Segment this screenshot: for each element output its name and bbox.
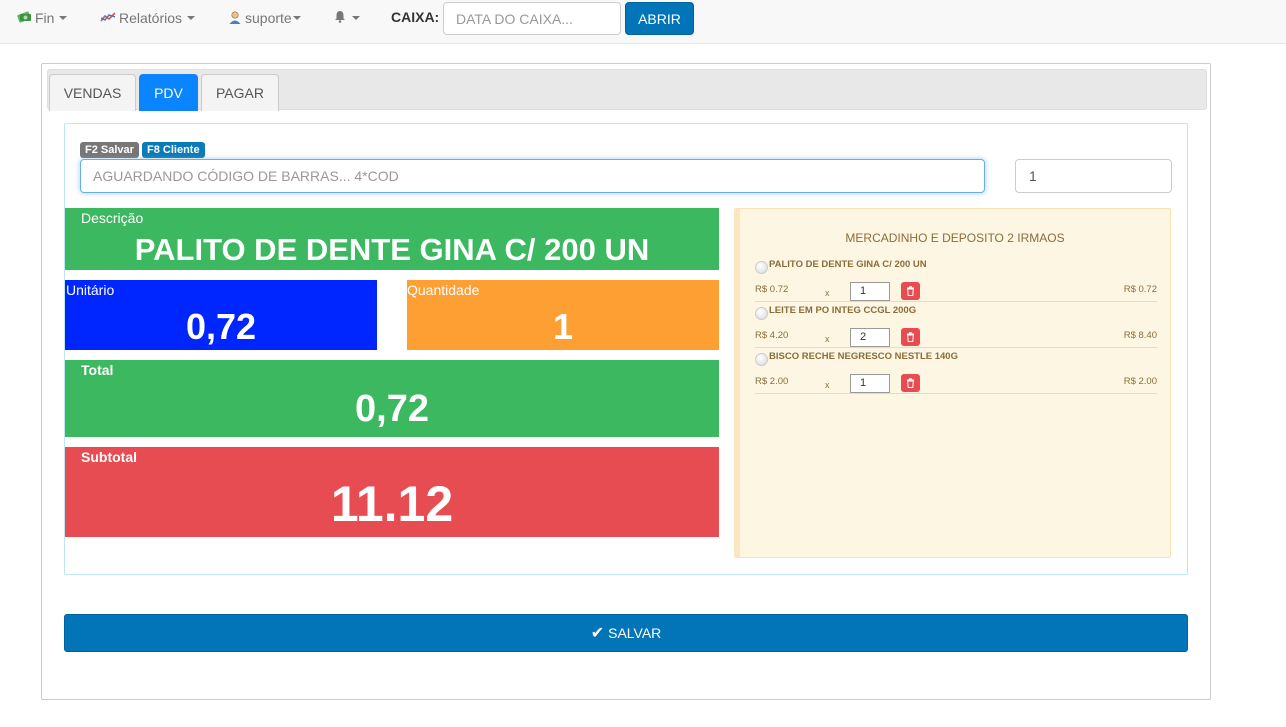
quantity-input[interactable] <box>1015 159 1172 193</box>
item-qty-input[interactable]: 1 <box>850 282 890 301</box>
unit-price-label: Unitário <box>66 282 115 298</box>
item-unit-price: R$ 0.72 <box>755 284 789 295</box>
trash-icon <box>907 378 914 388</box>
top-navbar: Fin Relatórios suporte CAIXA: ABRIR <box>0 0 1286 44</box>
notifications-menu[interactable] <box>334 0 360 36</box>
trash-icon <box>907 332 914 342</box>
caixa-date-input[interactable] <box>443 2 621 35</box>
chart-line-icon <box>100 11 116 26</box>
item-multiply-sign: x <box>825 288 830 298</box>
total-label: Total <box>81 362 114 378</box>
nav-fin-menu[interactable]: Fin <box>17 0 68 36</box>
receipt-item: PALITO DE DENTE GINA C/ 200 UN R$ 0.72 x… <box>755 256 1157 302</box>
barcode-input[interactable] <box>80 159 985 193</box>
nav-relatorios-label: Relatórios <box>119 10 183 26</box>
check-icon: ✔ <box>590 625 605 642</box>
subtotal-box: Subtotal 11.12 <box>65 447 719 537</box>
tab-vendas[interactable]: VENDAS <box>49 74 136 111</box>
abrir-button[interactable]: ABRIR <box>625 2 694 35</box>
item-unit-price: R$ 2.00 <box>755 376 789 387</box>
user-icon <box>228 10 242 27</box>
nav-fin-label: Fin <box>35 10 55 26</box>
quantity-value: 1 <box>552 306 574 347</box>
nav-user-menu[interactable]: suporte <box>228 0 301 36</box>
description-box: Descrição PALITO DE DENTE GINA C/ 200 UN <box>65 208 719 270</box>
item-name: BISCO RECHE NEGRESCO NESTLE 140G <box>769 351 958 362</box>
receipt-item: BISCO RECHE NEGRESCO NESTLE 140G R$ 2.00… <box>755 348 1157 394</box>
receipt-item: LEITE EM PO INTEG CCGL 200G R$ 4.20 x 2 … <box>755 302 1157 348</box>
shortcut-client-badge: F8 Cliente <box>142 142 205 158</box>
money-icon <box>17 10 32 26</box>
store-name: MERCADINHO E DEPOSITO 2 IRMAOS <box>845 231 1065 245</box>
subtotal-value: 11.12 <box>330 476 454 532</box>
product-description: PALITO DE DENTE GINA C/ 200 UN <box>134 232 650 267</box>
item-unit-price: R$ 4.20 <box>755 330 789 341</box>
quantity-box: Quantidade 1 <box>407 280 719 350</box>
tab-pagar[interactable]: PAGAR <box>201 74 279 111</box>
chevron-down-icon <box>352 16 360 20</box>
chevron-down-icon <box>292 16 301 20</box>
trash-icon <box>907 286 914 296</box>
subtotal-label: Subtotal <box>81 449 137 465</box>
chevron-down-icon <box>187 16 196 20</box>
bell-icon <box>334 10 346 26</box>
item-total: R$ 0.72 <box>1123 284 1157 295</box>
chevron-down-icon <box>59 16 68 20</box>
item-name: LEITE EM PO INTEG CCGL 200G <box>769 305 917 316</box>
salvar-button[interactable]: ✔ SALVAR <box>64 614 1188 652</box>
delete-item-button[interactable] <box>901 374 920 392</box>
item-radio[interactable] <box>755 307 768 320</box>
caixa-label: CAIXA: <box>391 9 440 25</box>
tab-pdv[interactable]: PDV <box>139 74 198 111</box>
delete-item-button[interactable] <box>901 282 920 300</box>
nav-user-label: suporte <box>245 10 292 26</box>
item-qty-input[interactable]: 2 <box>850 328 890 347</box>
item-name: PALITO DE DENTE GINA C/ 200 UN <box>769 259 927 270</box>
description-label: Descrição <box>81 210 144 226</box>
quantity-label: Quantidade <box>407 282 480 298</box>
shortcut-save-badge: F2 Salvar <box>80 142 139 158</box>
total-box: Total 0,72 <box>65 360 719 437</box>
item-qty-input[interactable]: 1 <box>850 374 890 393</box>
total-value: 0,72 <box>355 388 429 430</box>
pdv-form: F2 Salvar F8 Cliente Descrição PALITO DE… <box>64 123 1188 575</box>
item-total: R$ 8.40 <box>1123 330 1157 341</box>
delete-item-button[interactable] <box>901 328 920 346</box>
receipt-panel: MERCADINHO E DEPOSITO 2 IRMAOS PALITO DE… <box>734 208 1171 558</box>
tab-bar: VENDAS PDV PAGAR <box>47 69 1207 111</box>
item-radio[interactable] <box>755 261 768 274</box>
unit-price-value: 0,72 <box>185 306 257 347</box>
item-multiply-sign: x <box>825 334 830 344</box>
unit-price-box: Unitário 0,72 <box>65 280 377 350</box>
item-radio[interactable] <box>755 353 768 366</box>
main-panel: VENDAS PDV PAGAR F2 Salvar F8 Cliente De… <box>41 63 1211 700</box>
item-total: R$ 2.00 <box>1123 376 1157 387</box>
nav-relatorios-menu[interactable]: Relatórios <box>100 0 196 36</box>
salvar-label: SALVAR <box>608 625 662 641</box>
item-multiply-sign: x <box>825 380 830 390</box>
